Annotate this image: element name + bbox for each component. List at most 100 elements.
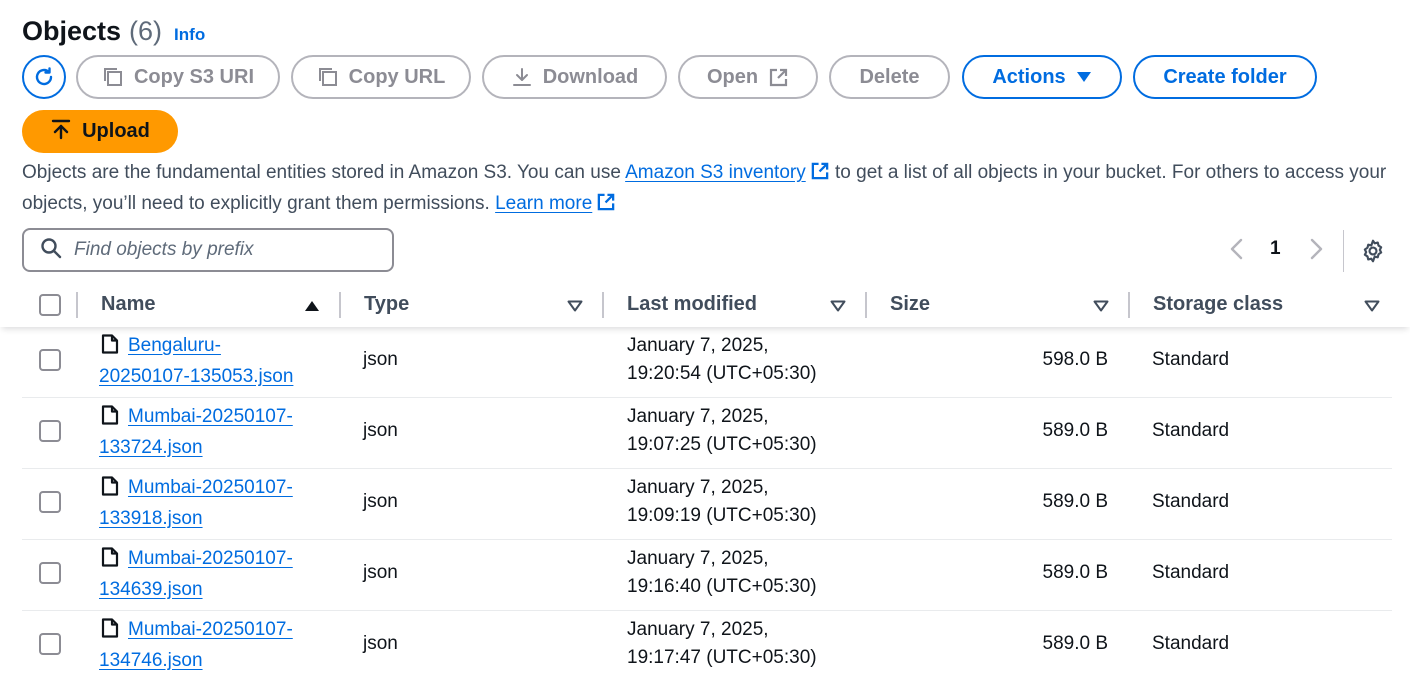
sort-down-icon[interactable] <box>1364 299 1380 317</box>
row-checkbox-cell <box>39 349 61 371</box>
upload-button[interactable]: Upload <box>22 110 178 153</box>
copy-url-button[interactable]: Copy URL <box>291 55 471 99</box>
refresh-button[interactable] <box>22 55 66 99</box>
s3-inventory-link[interactable]: Amazon S3 inventory <box>625 162 830 183</box>
sort-down-icon[interactable] <box>830 299 846 317</box>
open-button[interactable]: Open <box>678 55 818 99</box>
s3-inventory-link-label: Amazon S3 inventory <box>625 162 806 183</box>
object-name-line-2[interactable]: 133724.json <box>99 437 203 458</box>
open-label: Open <box>706 65 759 88</box>
object-last-modified: January 7, 2025, 19:16:40 (UTC+05:30) <box>627 545 817 601</box>
object-name-line-1[interactable]: Mumbai-20250107- <box>128 477 293 498</box>
row-checkbox[interactable] <box>39 420 61 442</box>
download-button[interactable]: Download <box>482 55 667 99</box>
column-header-name[interactable]: Name <box>101 282 155 327</box>
external-link-icon <box>768 67 789 88</box>
actions-label: Actions <box>992 65 1066 88</box>
learn-more-link[interactable]: Learn more <box>495 193 616 214</box>
object-storage-class: Standard <box>1152 562 1230 583</box>
column-header-last-modified[interactable]: Last modified <box>627 282 757 327</box>
object-last-modified: January 7, 2025, 19:20:54 (UTC+05:30) <box>627 332 817 388</box>
object-storage-class: Standard <box>1152 633 1230 654</box>
object-name-link[interactable]: Mumbai-20250107- 134746.json <box>99 616 339 675</box>
preferences-button[interactable] <box>1360 238 1386 269</box>
page-number[interactable]: 1 <box>1270 238 1281 260</box>
object-size: 589.0 B <box>1042 420 1109 441</box>
delete-button[interactable]: Delete <box>829 55 950 99</box>
last-modified-date: January 7, 2025, <box>627 406 769 427</box>
object-storage-class: Standard <box>1152 491 1230 512</box>
pagination-divider <box>1343 230 1344 272</box>
column-header-storage-class[interactable]: Storage class <box>1153 282 1283 327</box>
refresh-icon <box>32 65 56 89</box>
previous-page-button[interactable] <box>1227 236 1247 266</box>
search-box <box>22 228 394 272</box>
object-last-modified: January 7, 2025, 19:17:47 (UTC+05:30) <box>627 616 817 672</box>
select-all-checkbox-cell <box>39 282 61 327</box>
object-name-line-1[interactable]: Mumbai-20250107- <box>128 406 293 427</box>
upload-label: Upload <box>82 120 150 142</box>
copy-icon <box>317 66 339 88</box>
table-row[interactable]: Mumbai-20250107- 133918.json json January 7… <box>22 469 1392 540</box>
column-divider <box>1128 292 1130 318</box>
row-checkbox[interactable] <box>39 562 61 584</box>
object-name-line-2[interactable]: 20250107-135053.json <box>99 366 293 387</box>
learn-more-label: Learn more <box>495 193 593 214</box>
row-checkbox[interactable] <box>39 349 61 371</box>
select-all-checkbox[interactable] <box>39 293 61 316</box>
last-modified-date: January 7, 2025, <box>627 335 769 356</box>
external-link-icon <box>596 192 616 221</box>
object-name-line-1[interactable]: Bengaluru- <box>128 335 221 356</box>
last-modified-date: January 7, 2025, <box>627 548 769 569</box>
upload-arrow-icon <box>50 118 72 146</box>
object-last-modified: January 7, 2025, 19:07:25 (UTC+05:30) <box>627 403 817 459</box>
file-icon <box>101 405 119 434</box>
table-header: Name Type Last modified Size Storage cla… <box>0 282 1410 327</box>
object-count: (6) <box>129 16 163 46</box>
object-name-link[interactable]: Mumbai-20250107- 134639.json <box>99 545 339 604</box>
object-name-line-1[interactable]: Mumbai-20250107- <box>128 619 293 640</box>
search-input[interactable] <box>74 239 374 261</box>
row-checkbox[interactable] <box>39 491 61 513</box>
last-modified-time: 19:07:25 (UTC+05:30) <box>627 434 817 455</box>
row-checkbox[interactable] <box>39 633 61 655</box>
object-type: json <box>363 420 398 441</box>
table-row[interactable]: Bengaluru- 20250107-135053.json json Januar… <box>22 327 1392 398</box>
page-header: Objects (6) Info <box>22 16 205 47</box>
description-text: Objects are the fundamental entities sto… <box>22 162 626 183</box>
info-link[interactable]: Info <box>174 25 205 45</box>
column-header-size[interactable]: Size <box>890 282 930 327</box>
object-name-link[interactable]: Mumbai-20250107- 133918.json <box>99 474 339 533</box>
sort-down-icon[interactable] <box>1093 299 1109 317</box>
sort-up-icon[interactable] <box>304 299 320 317</box>
column-divider <box>339 292 341 318</box>
toolbar: Copy S3 URI Copy URL Download Open Delet… <box>22 55 1402 99</box>
object-name-line-2[interactable]: 134639.json <box>99 579 203 600</box>
last-modified-time: 19:16:40 (UTC+05:30) <box>627 576 817 597</box>
copy-s3-uri-button[interactable]: Copy S3 URI <box>76 55 280 99</box>
object-last-modified: January 7, 2025, 19:09:19 (UTC+05:30) <box>627 474 817 530</box>
search-icon <box>40 237 62 264</box>
sort-down-icon[interactable] <box>567 299 583 317</box>
file-icon <box>101 476 119 505</box>
object-name-link[interactable]: Bengaluru- 20250107-135053.json <box>99 332 339 391</box>
table-row[interactable]: Mumbai-20250107- 133724.json json January 7… <box>22 398 1392 469</box>
object-name-line-2[interactable]: 134746.json <box>99 650 203 671</box>
next-page-button[interactable] <box>1306 236 1326 266</box>
last-modified-time: 19:17:47 (UTC+05:30) <box>627 647 817 668</box>
table-row[interactable]: Mumbai-20250107- 134639.json json January 7… <box>22 540 1392 611</box>
external-link-icon <box>810 161 830 190</box>
caret-down-icon <box>1076 71 1092 83</box>
page-title: Objects <box>22 16 122 46</box>
object-name-link[interactable]: Mumbai-20250107- 133724.json <box>99 403 339 462</box>
actions-dropdown[interactable]: Actions <box>962 55 1122 99</box>
create-folder-button[interactable]: Create folder <box>1133 55 1317 99</box>
table-row[interactable]: Mumbai-20250107- 134746.json json January 7… <box>22 611 1392 682</box>
row-checkbox-cell <box>39 562 61 584</box>
object-name-line-1[interactable]: Mumbai-20250107- <box>128 548 293 569</box>
object-name-line-2[interactable]: 133918.json <box>99 508 203 529</box>
column-divider <box>76 292 78 318</box>
object-type: json <box>363 633 398 654</box>
row-checkbox-cell <box>39 420 61 442</box>
column-header-type[interactable]: Type <box>364 282 409 327</box>
